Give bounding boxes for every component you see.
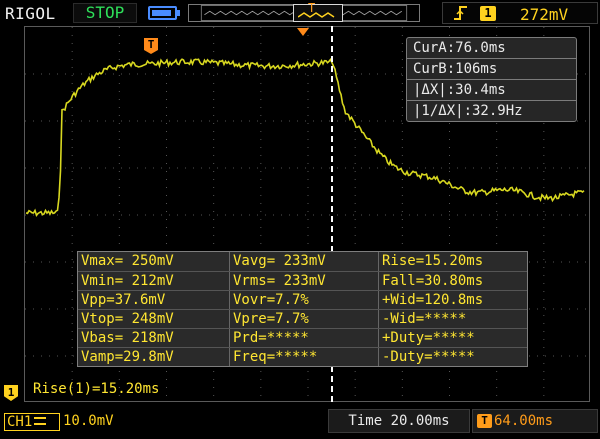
measurement-cell: Vmax= 250mV [78, 252, 230, 271]
cursor-delta-x: |ΔX|:30.4ms [406, 79, 577, 101]
measurement-row: Vamp=29.8mV Freq=***** -Duty=***** [78, 347, 527, 366]
trigger-position-icon: T [308, 1, 316, 15]
trigger-offset[interactable]: T 64.00ms [472, 409, 598, 433]
measurement-cell: Fall=30.80ms [382, 273, 484, 289]
measurement-cell: Vpp=37.6mV [78, 291, 230, 309]
cursor-readout: CurA:76.0ms CurB:106ms |ΔX|:30.4ms |1/ΔX… [406, 37, 577, 122]
measurement-cell: Vrms= 233mV [230, 272, 379, 290]
measurement-cell: Vbas= 218mV [78, 329, 230, 347]
measurement-cell: +Wid=120.8ms [382, 292, 484, 308]
cursor-inverse-delta-x: |1/ΔX|:32.9Hz [406, 100, 577, 122]
rise-time-readout: Rise(1)=15.20ms [33, 381, 160, 397]
measurement-cell: -Duty=***** [382, 349, 475, 365]
rising-edge-icon [454, 6, 467, 20]
measurement-cell: Vmin= 212mV [78, 272, 230, 290]
battery-tip [177, 10, 180, 16]
memory-trace-icon [298, 12, 335, 18]
measurement-table: Vmax= 250mV Vavg= 233mV Rise=15.20ms Vmi… [77, 251, 528, 367]
measurement-cell: Vpre=7.7% [230, 310, 379, 328]
measurement-cell: +Duty=***** [382, 330, 475, 346]
run-stop-status[interactable]: STOP [73, 3, 137, 23]
dc-coupling-icon [34, 417, 47, 425]
trigger-time-marker [297, 28, 309, 36]
measurement-cell: Vavg= 233mV [230, 252, 379, 271]
measurement-cell: -Wid=***** [382, 311, 467, 327]
measurement-cell: Vovr=7.7% [230, 291, 379, 309]
timebase-readout[interactable]: Time 20.00ms [328, 409, 470, 433]
cursor-a-value: CurA:76.0ms [406, 37, 577, 59]
measurement-cell: Vtop= 248mV [78, 310, 230, 328]
measurement-cell: Prd=***** [230, 329, 379, 347]
channel-1-label[interactable]: CH1 [4, 413, 60, 431]
battery-icon [148, 6, 177, 20]
channel-1-scale[interactable]: 10.0mV [63, 413, 114, 429]
channel-1-ground-marker[interactable]: 1 [4, 385, 18, 401]
trigger-offset-value: 64.00ms [494, 413, 554, 429]
measurement-cell: Vamp=29.8mV [78, 348, 230, 366]
trigger-level: 272mV [520, 5, 569, 24]
trigger-offset-icon: T [477, 414, 492, 428]
measurement-cell: Rise=15.20ms [382, 253, 484, 269]
measurement-row: Vbas= 218mV Prd=***** +Duty=***** [78, 328, 527, 347]
channel-name: CH1 [7, 414, 33, 430]
measurement-row: Vpp=37.6mV Vovr=7.7% +Wid=120.8ms [78, 290, 527, 309]
trigger-channel-badge: 1 [480, 6, 496, 21]
brand-logo: RIGOL [5, 4, 56, 23]
measurement-row: Vmin= 212mV Vrms= 233mV Fall=30.80ms [78, 271, 527, 290]
measurement-row: Vtop= 248mV Vpre=7.7% -Wid=***** [78, 309, 527, 328]
measurement-cell: Freq=***** [230, 348, 379, 366]
measurement-row: Vmax= 250mV Vavg= 233mV Rise=15.20ms [78, 252, 527, 271]
cursor-b-value: CurB:106ms [406, 58, 577, 80]
